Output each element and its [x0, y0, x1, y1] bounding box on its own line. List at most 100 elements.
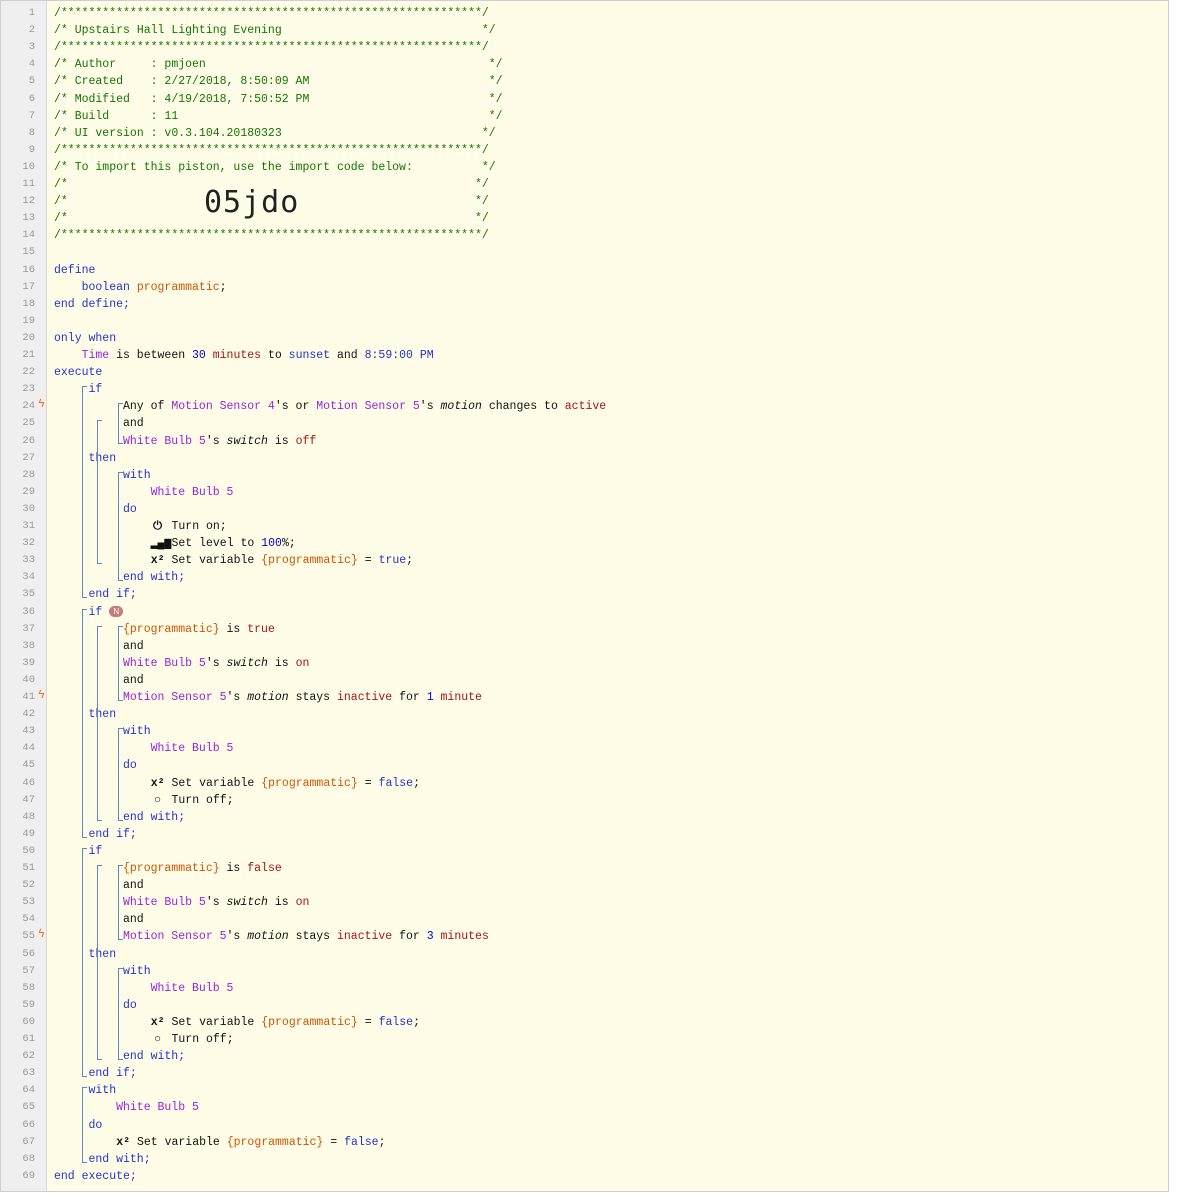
code-line: then: [89, 946, 117, 963]
code-token: and: [330, 349, 365, 362]
line-number: 51: [22, 862, 35, 874]
code-line: then: [89, 706, 117, 723]
code-token: with: [123, 468, 151, 482]
code-token: false: [247, 862, 282, 875]
code-token: is: [267, 656, 296, 670]
code-line: with: [123, 723, 151, 740]
line-number: 42: [22, 708, 35, 721]
code-token: White Bulb 5: [150, 742, 234, 756]
code-token: =: [357, 554, 379, 568]
code-line: end with;: [89, 1151, 151, 1168]
line-number: 31: [22, 520, 35, 532]
code-line: White Bulb 5: [151, 484, 234, 501]
line-number: 30: [22, 502, 35, 515]
block-bracket: [118, 625, 123, 702]
block-bracket: [118, 403, 123, 445]
code-line: and: [123, 638, 144, 655]
line-number: 37: [22, 622, 35, 635]
code-line: White Bulb 5: [116, 1099, 199, 1116]
code-line: if: [89, 381, 103, 398]
code-line: end define;: [54, 296, 130, 313]
line-number: 9: [28, 143, 35, 156]
code-token: do: [123, 759, 137, 773]
code-token: on: [295, 656, 310, 670]
code-token: White Bulb 5: [150, 981, 234, 995]
code-line: and: [123, 911, 144, 928]
code-token: 1: [426, 691, 434, 704]
line-number: 65: [22, 1101, 35, 1114]
code-token: 8:59:00 PM: [364, 349, 434, 362]
code-token: active: [564, 400, 607, 414]
code-token: false: [378, 1015, 414, 1029]
code-token: is: [219, 622, 248, 636]
code-token: if: [88, 383, 103, 397]
code-token: and: [123, 913, 144, 927]
code-token: White Bulb 5: [123, 434, 206, 448]
line-number: 40: [22, 673, 35, 686]
code-token: end if;: [88, 827, 137, 841]
code-line: execute: [54, 364, 102, 381]
code-token: 30: [192, 349, 206, 362]
line-number: 59: [22, 998, 35, 1011]
code-token: White Bulb 5: [123, 896, 206, 910]
code-token: then: [88, 451, 117, 465]
code-token: White Bulb 5: [116, 1101, 199, 1115]
code-token: {programmatic}: [261, 776, 358, 790]
code-token: to: [261, 349, 289, 362]
line-number: 16: [22, 263, 35, 276]
code-line: if: [89, 843, 103, 860]
block-bracket: [118, 728, 123, 821]
code-line: {programmatic} is false: [123, 860, 282, 877]
line-number: 21: [22, 349, 35, 361]
code-token: {programmatic}: [123, 622, 220, 636]
code-token: Time: [81, 349, 110, 362]
variable-icon: x²: [116, 1135, 130, 1149]
line-number: 44: [22, 742, 35, 755]
line-number: 14: [22, 229, 35, 242]
block-bracket: [118, 471, 123, 582]
code-token: 100: [261, 537, 282, 551]
code-token: end if;: [88, 1067, 137, 1081]
code-token: then: [88, 708, 117, 722]
code-token: true: [378, 554, 407, 568]
line-number: 47: [22, 793, 35, 806]
code-line: and: [123, 415, 144, 432]
line-number: 35: [22, 588, 35, 601]
code-token: is: [219, 862, 248, 875]
code-line: x² Set variable {programmatic} = false;: [116, 1134, 385, 1151]
code-token: /* To import this piston, use the import…: [54, 160, 496, 174]
line-number: 15: [22, 246, 35, 259]
code-token: /* Build : 11 */: [54, 109, 503, 123]
header-modified: /* Modified : 4/19/2018, 7:50:52 PM */: [54, 91, 503, 108]
line-number: 29: [22, 485, 35, 498]
code-line: do: [123, 501, 137, 518]
code-token: =: [323, 1135, 345, 1149]
code-token: switch: [226, 896, 268, 910]
line-number: 23: [22, 383, 35, 396]
variable-icon: x²: [150, 776, 165, 790]
line-number: 18: [22, 297, 35, 310]
code-token: is: [267, 896, 296, 910]
code-token: do: [123, 998, 137, 1012]
code-token: /***************************************…: [54, 143, 489, 157]
code-token: %;: [281, 537, 296, 551]
line-number: 25: [22, 417, 35, 430]
line-number: 49: [22, 827, 35, 840]
code-token: end with;: [123, 810, 186, 824]
header-comment: /***************************************…: [54, 227, 489, 244]
code-token: /***************************************…: [54, 229, 489, 243]
line-number: 57: [22, 964, 35, 977]
line-number: 69: [22, 1169, 35, 1182]
code-line: Any of Motion Sensor 4's or Motion Senso…: [123, 398, 606, 415]
line-number: 61: [22, 1033, 35, 1045]
block-bracket: [82, 386, 87, 599]
code-token: Set variable: [164, 554, 262, 568]
code-token: minutes: [440, 930, 489, 944]
block-bracket: [82, 608, 87, 839]
line-number: 19: [22, 314, 35, 327]
code-token: /***************************************…: [54, 41, 489, 55]
code-token: ;: [406, 554, 414, 568]
